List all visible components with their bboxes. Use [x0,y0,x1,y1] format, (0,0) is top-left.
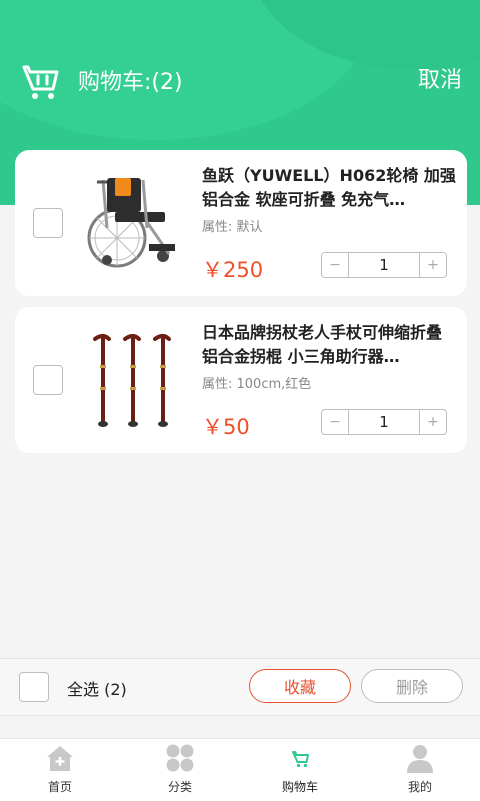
quantity-value[interactable]: 1 [348,253,420,277]
decrease-button[interactable]: − [322,410,348,434]
bottom-tab-bar: 首页 分类 购物车 我的 [0,738,480,801]
profile-icon [407,745,433,773]
product-price: ￥50 [202,415,250,439]
favorite-button[interactable]: 收藏 [249,669,351,703]
cart-item: 鱼跃（YUWELL）H062轮椅 加强铝合金 软座可折叠 免充气… 属性: 默认… [15,150,467,296]
category-icon [166,744,194,772]
item-checkbox[interactable] [33,365,63,395]
select-all-checkbox[interactable] [19,672,49,702]
tab-label: 购物车 [281,780,318,794]
tab-label: 我的 [407,780,432,794]
home-icon [47,746,73,771]
product-attribute: 属性: 100cm,红色 [202,377,312,392]
delete-button[interactable]: 删除 [361,669,463,703]
tab-label: 首页 [47,780,72,794]
product-name[interactable]: 鱼跃（YUWELL）H062轮椅 加强铝合金 软座可折叠 免充气… [202,164,457,212]
cart-action-bar: 全选 (2) 收藏 删除 [0,658,480,716]
product-price: ￥250 [202,258,264,282]
tab-cart[interactable]: 购物车 [240,739,360,801]
decrease-button[interactable]: − [322,253,348,277]
page-title: 购物车:(2) [78,70,183,95]
tab-label: 分类 [167,780,192,794]
cart-icon [292,751,309,768]
select-all-label[interactable]: 全选 (2) [67,676,127,700]
wheelchair-image [87,178,175,268]
increase-button[interactable]: + [420,410,446,434]
product-attribute: 属性: 默认 [202,220,263,235]
cart-item: 日本品牌拐杖老人手杖可伸缩折叠铝合金拐棍 小三角助行器… 属性: 100cm,红… [15,307,467,453]
product-name[interactable]: 日本品牌拐杖老人手杖可伸缩折叠铝合金拐棍 小三角助行器… [202,321,457,369]
quantity-value[interactable]: 1 [348,410,420,434]
cancel-button[interactable]: 取消 [418,62,462,94]
tab-category[interactable]: 分类 [120,739,240,801]
item-checkbox[interactable] [33,208,63,238]
quantity-stepper: − 1 + [321,409,447,435]
tab-home[interactable]: 首页 [0,739,120,801]
cart-icon [22,65,59,99]
tab-profile[interactable]: 我的 [360,739,480,801]
increase-button[interactable]: + [420,253,446,277]
quantity-stepper: − 1 + [321,252,447,278]
walking-canes-image [93,334,171,427]
